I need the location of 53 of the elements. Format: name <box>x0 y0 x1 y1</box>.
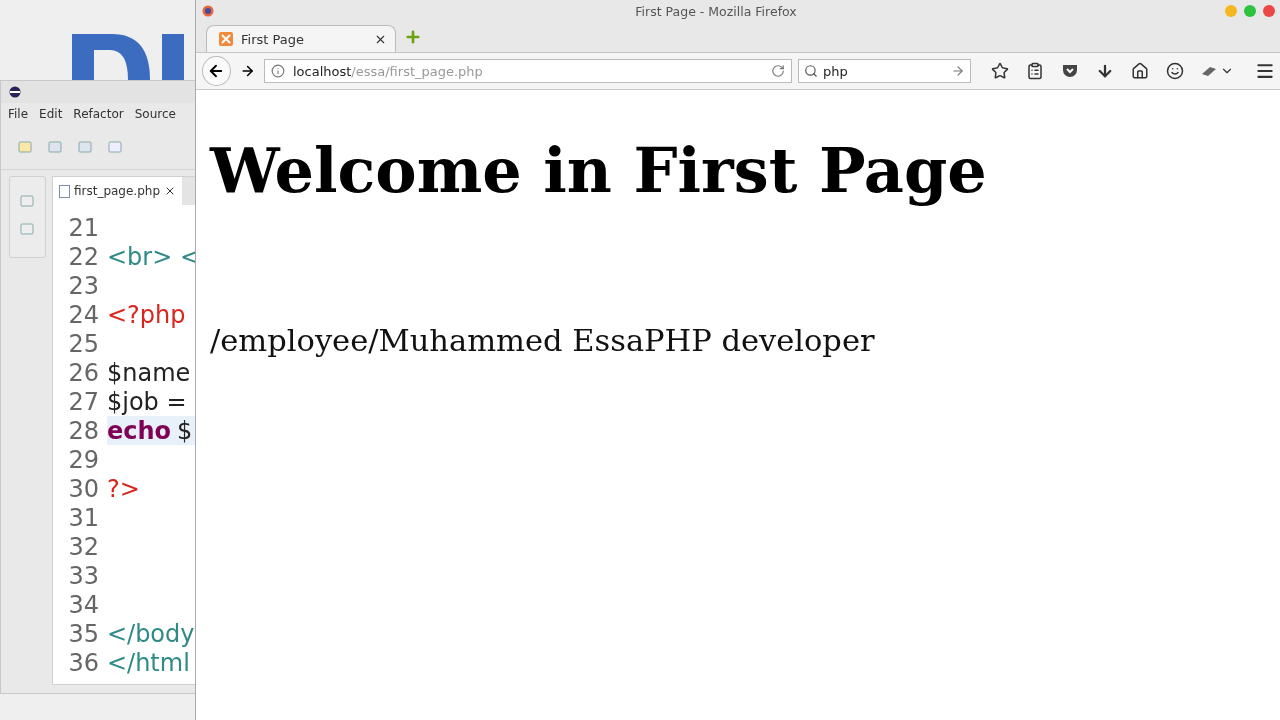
code-text: $ <box>177 416 193 445</box>
search-field[interactable]: php <box>798 59 971 83</box>
url-field[interactable]: localhost/essa/first_page.php <box>263 59 792 83</box>
editor-tab[interactable]: first_page.php <box>52 177 182 205</box>
download-icon[interactable] <box>1096 62 1114 80</box>
search-icon <box>804 64 818 78</box>
code-text: $job = <box>106 387 187 416</box>
line-number: 25 <box>67 329 100 358</box>
file-icon <box>58 184 70 198</box>
line-number: 30 <box>67 474 100 503</box>
reload-icon <box>771 64 785 78</box>
line-number: 36 <box>67 648 100 677</box>
code-text: </html <box>106 648 190 677</box>
menu-item[interactable]: File <box>8 107 29 121</box>
line-number: 28 <box>67 416 100 445</box>
code-text: </body <box>106 619 195 648</box>
menu-item[interactable]: Refactor <box>73 107 124 121</box>
info-icon <box>270 64 285 78</box>
line-number: 26 <box>67 358 100 387</box>
browser-logo-icon <box>202 5 214 17</box>
line-number: 35 <box>67 619 100 648</box>
line-number: 27 <box>67 387 100 416</box>
line-number: 24 <box>67 300 100 329</box>
close-icon[interactable] <box>164 185 176 197</box>
menu-icon[interactable] <box>1255 61 1275 81</box>
line-number: 23 <box>67 271 100 300</box>
window-title: First Page - Mozilla Firefox <box>634 3 798 19</box>
line-number: 33 <box>67 561 100 590</box>
page-text: /employee/Muhammed EssaPHP developer <box>210 323 876 358</box>
code-text: <?php <box>106 300 186 329</box>
line-number: 22 <box>67 242 100 271</box>
page-heading: Welcome in First Page <box>210 134 988 207</box>
arrow-right-icon[interactable] <box>951 64 965 78</box>
app-icon <box>9 86 21 98</box>
home-icon[interactable] <box>1131 62 1149 80</box>
line-number: 31 <box>67 503 100 532</box>
code-text: $name <box>106 358 191 387</box>
code-text: ?> <box>106 474 140 503</box>
reading-list-icon[interactable] <box>1026 62 1044 80</box>
menu-item[interactable]: Edit <box>39 107 63 121</box>
close-button[interactable] <box>1263 5 1275 17</box>
line-number: 21 <box>67 213 100 242</box>
line-number: 29 <box>67 445 100 474</box>
line-number: 32 <box>67 532 100 561</box>
browser-tab[interactable]: First Page <box>206 25 396 52</box>
code-text: echo <box>106 416 171 445</box>
line-number: 34 <box>67 590 100 619</box>
pocket-icon[interactable] <box>1061 62 1079 80</box>
favicon <box>219 32 233 46</box>
back-button[interactable] <box>202 56 231 86</box>
bookmark-star-icon[interactable] <box>991 62 1009 80</box>
smiley-icon[interactable] <box>1166 62 1184 80</box>
menu-item[interactable]: Source <box>134 107 176 121</box>
